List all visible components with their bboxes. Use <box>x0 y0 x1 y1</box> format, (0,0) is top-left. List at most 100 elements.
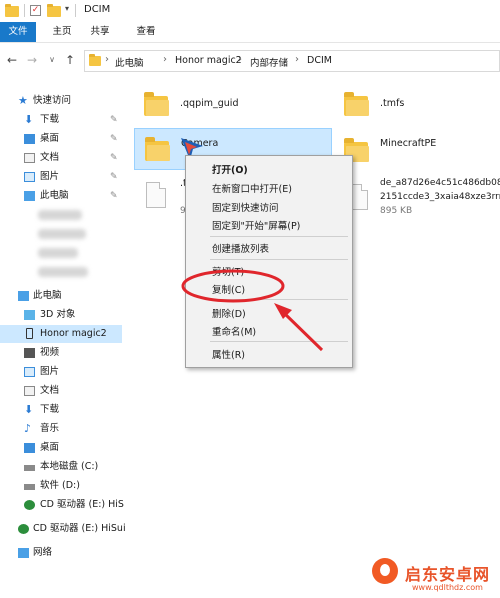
file-name: .qqpim_guid <box>180 98 239 109</box>
properties-check-icon[interactable]: ✓ <box>30 5 41 16</box>
nav-item-downloads[interactable]: ⬇ 下载 ✎ <box>0 111 122 129</box>
recent-locations-chevron-icon[interactable]: ∨ <box>44 52 60 68</box>
computer-icon <box>18 291 29 301</box>
nav-label: 图片 <box>40 171 60 182</box>
nav-cd-drive[interactable]: CD 驱动器 (E:) HiSui <box>0 520 126 538</box>
download-icon: ⬇ <box>24 113 34 126</box>
pictures-icon <box>24 172 35 182</box>
tab-view[interactable]: 查看 <box>128 22 164 42</box>
nav-label: 快速访问 <box>33 95 72 106</box>
nav-item-music[interactable]: ♪ 音乐 <box>0 420 122 438</box>
cd-drive-icon <box>18 524 29 534</box>
documents-icon <box>24 386 35 396</box>
film-icon <box>24 348 35 358</box>
nav-label: 音乐 <box>40 423 60 434</box>
divider <box>75 4 76 17</box>
nav-item-honor-magic2[interactable]: Honor magic2 <box>0 325 122 343</box>
nav-network[interactable]: 网络 <box>0 544 122 562</box>
nav-item-this-pc-quick[interactable]: 此电脑 ✎ <box>0 187 122 205</box>
download-icon: ⬇ <box>24 403 34 416</box>
nav-label: 3D 对象 <box>40 309 76 320</box>
tab-home[interactable]: 主页 <box>44 22 80 42</box>
hard-drive-icon <box>24 484 35 490</box>
breadcrumb-dcim[interactable]: DCIM <box>307 55 332 66</box>
menu-item-pin-quick-access[interactable]: 固定到快速访问 <box>212 200 279 214</box>
document-icon <box>146 182 166 208</box>
navigation-pane: ★ 快速访问 ⬇ 下载 ✎ 桌面 ✎ 文档 ✎ 图片 ✎ 此电脑 ✎ 此电脑 3… <box>0 80 126 598</box>
back-arrow-icon[interactable]: ← <box>4 52 20 68</box>
pin-icon[interactable]: ✎ <box>110 149 118 167</box>
pin-icon[interactable]: ✎ <box>110 111 118 129</box>
desktop-icon <box>24 443 35 453</box>
folder-icon <box>89 54 101 66</box>
pin-icon[interactable]: ✎ <box>110 187 118 205</box>
nav-item-downloads-pc[interactable]: ⬇ 下载 <box>0 401 122 419</box>
breadcrumb-honor-magic2[interactable]: Honor magic2 <box>175 55 242 66</box>
chevron-right-icon[interactable]: › <box>163 54 167 65</box>
folder-icon <box>5 4 19 17</box>
menu-item-open[interactable]: 打开(O) <box>212 162 248 176</box>
address-bar[interactable]: › 此电脑 › Honor magic2 › 内部存储 › DCIM <box>84 50 500 72</box>
folder-icon <box>344 92 369 116</box>
nav-item-local-disk-c[interactable]: 本地磁盘 (C:) <box>0 458 122 476</box>
nav-item-documents[interactable]: 文档 ✎ <box>0 149 122 167</box>
network-icon <box>18 548 29 558</box>
file-name: .tmfs <box>380 98 405 109</box>
cube-icon <box>24 310 35 320</box>
file-item-qqpim-guid[interactable]: .qqpim_guid <box>138 82 338 122</box>
nav-label: 文档 <box>40 152 60 163</box>
menu-item-open-new-window[interactable]: 在新窗口中打开(E) <box>212 181 292 195</box>
file-item-minecraftpe[interactable]: MinecraftPE <box>338 128 498 168</box>
blurred-item <box>38 210 82 220</box>
annotation-ellipse <box>181 269 285 303</box>
nav-label: 下载 <box>40 114 60 125</box>
pin-icon[interactable]: ✎ <box>110 168 118 186</box>
nav-label: 桌面 <box>40 133 60 144</box>
file-item-tmfs[interactable]: .tmfs <box>338 82 498 122</box>
chevron-right-icon[interactable]: › <box>238 54 242 65</box>
nav-item-videos[interactable]: 视频 <box>0 344 122 362</box>
tab-share[interactable]: 共享 <box>82 22 118 42</box>
nav-item-pictures-pc[interactable]: 图片 <box>0 363 122 381</box>
menu-item-pin-start[interactable]: 固定到"开始"屏幕(P) <box>212 218 300 232</box>
breadcrumb-internal-storage[interactable]: 内部存储 <box>250 55 288 69</box>
pictures-icon <box>24 367 35 377</box>
nav-label: CD 驱动器 (E:) HiSui <box>33 523 126 534</box>
ribbon-tabs: 文件 主页 共享 查看 <box>0 22 500 43</box>
quick-access-toolbar-dropdown-icon[interactable]: ▾ <box>65 4 69 13</box>
nav-item-documents-pc[interactable]: 文档 <box>0 382 122 400</box>
new-folder-icon[interactable] <box>47 4 61 17</box>
chevron-right-icon[interactable]: › <box>295 54 299 65</box>
menu-item-create-playlist[interactable]: 创建播放列表 <box>212 241 269 255</box>
nav-quick-access[interactable]: ★ 快速访问 <box>0 92 122 110</box>
divider <box>24 4 25 17</box>
up-arrow-icon[interactable]: ↑ <box>62 52 78 68</box>
phone-icon <box>26 328 33 339</box>
file-name: MinecraftPE <box>380 138 437 149</box>
chevron-right-icon[interactable]: › <box>105 54 109 65</box>
nav-item-pictures[interactable]: 图片 ✎ <box>0 168 122 186</box>
folder-icon <box>145 137 170 161</box>
nav-label: 本地磁盘 (C:) <box>40 461 99 472</box>
nav-item-3d-objects[interactable]: 3D 对象 <box>0 306 122 324</box>
nav-item-desktop[interactable]: 桌面 ✎ <box>0 130 122 148</box>
file-name-line2: 2151ccde3_3xaia48xze3rrn <box>380 192 500 202</box>
hard-drive-icon <box>24 465 35 471</box>
nav-label: 下载 <box>40 404 60 415</box>
breadcrumb-this-pc[interactable]: 此电脑 <box>115 55 144 69</box>
music-note-icon: ♪ <box>24 422 32 435</box>
tab-file[interactable]: 文件 <box>0 22 36 42</box>
file-item-document-right[interactable]: de_a87d26e4c51c486db08 2151ccde3_3xaia48… <box>338 174 500 218</box>
nav-item-software-d[interactable]: 软件 (D:) <box>0 477 122 495</box>
nav-label: 此电脑 <box>40 190 69 201</box>
file-size: 895 KB <box>380 206 413 216</box>
cd-drive-icon <box>24 500 35 510</box>
forward-arrow-icon[interactable]: → <box>24 52 40 68</box>
nav-item-desktop-pc[interactable]: 桌面 <box>0 439 122 457</box>
blurred-item <box>38 248 78 258</box>
nav-this-pc[interactable]: 此电脑 <box>0 287 122 305</box>
nav-item-cd-drive-e[interactable]: CD 驱动器 (E:) HiS <box>0 496 124 514</box>
pin-icon[interactable]: ✎ <box>110 130 118 148</box>
nav-label: 软件 (D:) <box>40 480 80 491</box>
nav-label: 此电脑 <box>33 290 62 301</box>
